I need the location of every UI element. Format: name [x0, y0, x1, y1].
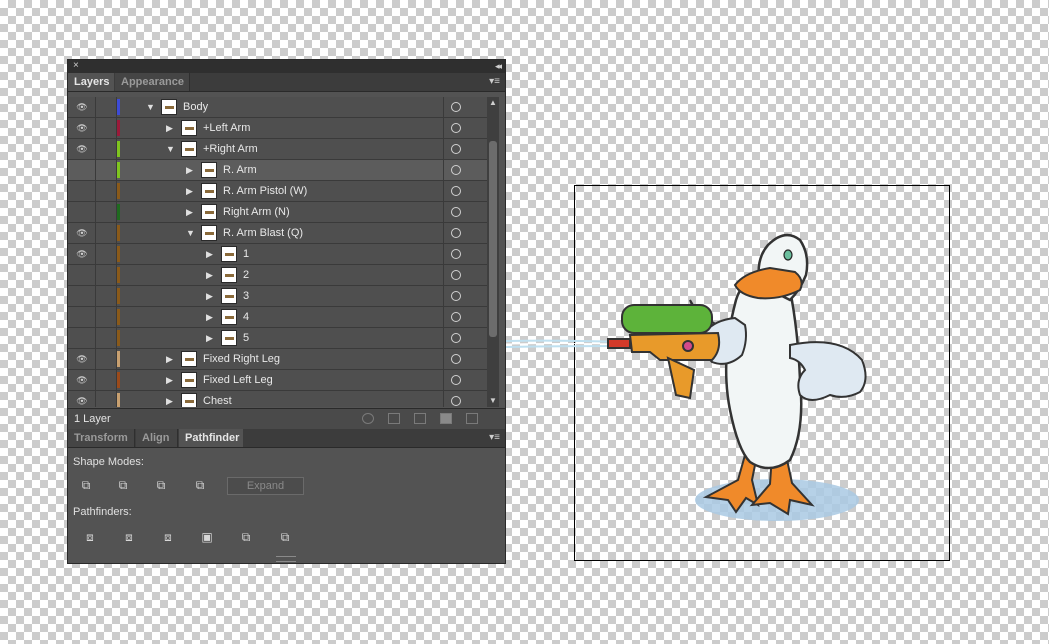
duck-illustration	[505, 233, 867, 521]
water-stream	[505, 339, 621, 348]
duck-wing	[789, 341, 867, 401]
water-gun	[607, 304, 721, 400]
duck-eye	[783, 249, 793, 261]
duck-beak	[733, 266, 803, 300]
duck-body	[724, 272, 803, 470]
